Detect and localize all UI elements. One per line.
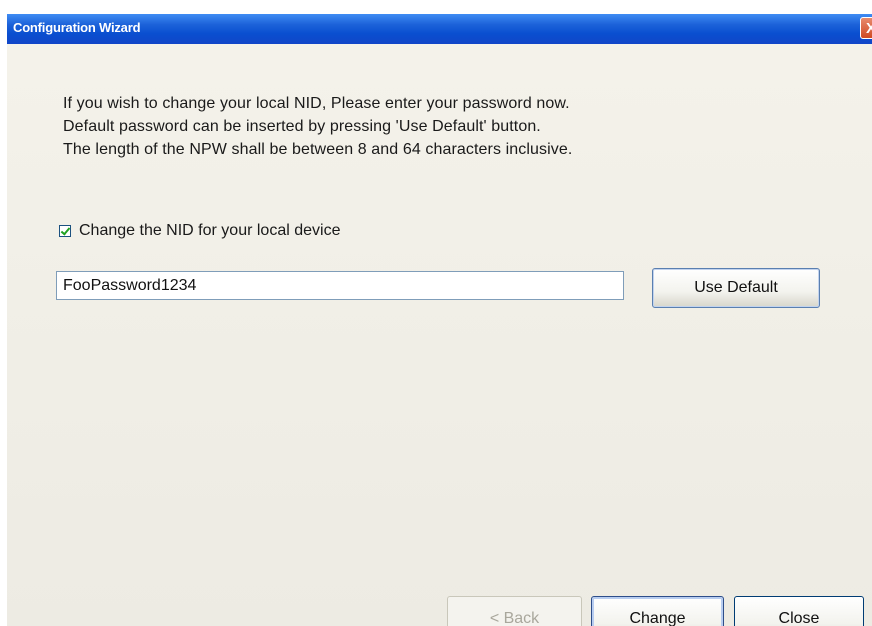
close-icon[interactable]: X bbox=[860, 17, 872, 39]
back-button[interactable]: < Back bbox=[447, 596, 582, 626]
instruction-line-3: The length of the NPW shall be between 8… bbox=[63, 141, 573, 158]
configuration-wizard-window: Configuration Wizard X If you wish to ch… bbox=[7, 14, 872, 626]
instruction-line-1: If you wish to change your local NID, Pl… bbox=[63, 95, 570, 112]
instruction-line-2: Default password can be inserted by pres… bbox=[63, 118, 541, 135]
change-button[interactable]: Change bbox=[591, 596, 724, 626]
use-default-button[interactable]: Use Default bbox=[652, 268, 820, 308]
change-nid-option[interactable]: Change the NID for your local device bbox=[59, 222, 340, 240]
change-nid-checkbox[interactable] bbox=[59, 225, 71, 237]
window-title: Configuration Wizard bbox=[13, 20, 141, 35]
title-bar[interactable]: Configuration Wizard X bbox=[7, 14, 872, 44]
instructions-text: If you wish to change your local NID, Pl… bbox=[63, 92, 572, 161]
close-button[interactable]: Close bbox=[734, 596, 864, 626]
wizard-body: If you wish to change your local NID, Pl… bbox=[7, 44, 872, 626]
password-input[interactable] bbox=[56, 271, 624, 300]
change-nid-label: Change the NID for your local device bbox=[79, 222, 341, 239]
